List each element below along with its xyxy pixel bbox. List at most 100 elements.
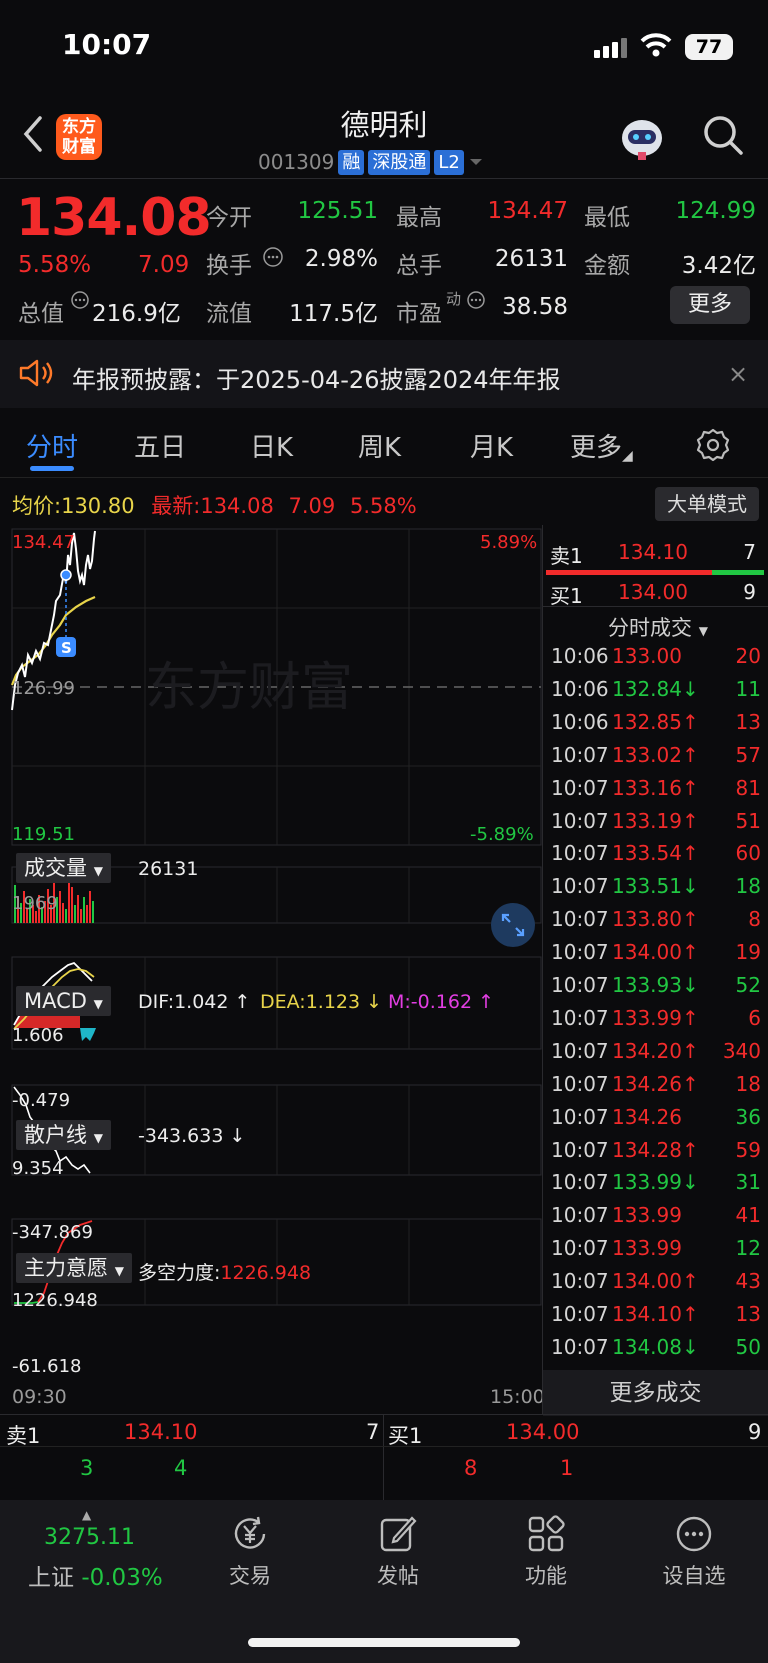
robot-assistant-icon[interactable] [618,114,666,162]
tick-volume: 41 [735,1203,761,1228]
nav-trade[interactable]: 交易 [190,1514,310,1590]
open-value: 125.51 [297,198,378,224]
tick-volume: 81 [735,775,761,800]
tick-time: 10:07 [551,1038,609,1063]
high-value: 134.47 [487,198,568,224]
tick-volume: 50 [735,1334,761,1359]
tick-direction: ↓ [681,1170,699,1195]
chart-info-row: 均价:130.80 最新:134.08 7.09 5.58% [12,494,417,518]
bottom-sell-price: 134.10 [124,1420,198,1444]
expand-icon[interactable] [490,902,536,948]
more-ticks-button[interactable]: 更多成交 [543,1370,768,1416]
main-force-indicator-selector[interactable]: 主力意愿 ▼ [16,1253,132,1283]
tab-weekly-k[interactable]: 周K [358,427,401,464]
bottom-buy-count-b: 1 [560,1456,574,1480]
tick-row: 10:07 134.26↑ 18 [551,1072,761,1105]
volume-indicator-value: 26131 [138,858,199,880]
more-dots-icon [676,1516,712,1552]
more-quote-button[interactable]: 更多 [670,286,750,324]
main-force-value: 多空力度:1226.948 [138,1262,312,1284]
index-name[interactable]: 上证 -0.03% [28,1558,163,1592]
tab-more[interactable]: 更多◢ [570,427,633,464]
battery-indicator: 77 [685,34,733,60]
tick-row: 10:07 133.99↓ 31 [551,1170,761,1203]
market-cap-value: 216.9亿 [92,301,181,327]
pe-value: 38.58 [502,294,568,320]
tab-monthly-k[interactable]: 月K [470,427,513,464]
macd-dif: DIF:1.042 ↑ [138,991,251,1013]
latest-change: 7.09 [288,494,336,518]
connect-tag: 深股通 [368,149,431,175]
tick-row: 10:07 133.51↓ 18 [551,874,761,907]
tick-price: 134.10↑ [612,1302,699,1326]
chevron-down-icon [469,159,482,165]
volume-label: 总手 [396,253,442,279]
tick-row: 10:07 134.08↓ 50 [551,1335,761,1368]
macd-dea: DEA:1.123 ↓ [260,991,383,1013]
nav-functions[interactable]: 功能 [486,1514,606,1590]
search-icon[interactable] [702,114,744,156]
tick-volume: 6 [748,1005,761,1030]
tick-direction: ↑ [681,709,699,734]
macd-m: M:-0.162 ↑ [388,991,495,1013]
margin-tag: 融 [338,149,365,175]
tick-row: 10:07 133.99 41 [551,1203,761,1236]
latest-pct: 5.58% [349,494,417,518]
macd-axis-min: -0.479 [12,1090,71,1111]
tick-volume: 20 [735,644,761,668]
tick-price: 134.26 [612,1104,682,1129]
macd-indicator-selector[interactable]: MACD ▼ [16,986,111,1016]
tick-direction: ↑ [681,775,699,800]
tab-daily-k[interactable]: 日K [250,427,293,464]
tab-five-day[interactable]: 五日 [134,427,186,464]
tick-volume: 11 [735,676,761,701]
gear-icon[interactable] [696,428,730,462]
close-icon[interactable]: × [728,360,748,388]
retail-indicator-selector[interactable]: 散户线 ▼ [16,1120,111,1150]
tab-intraday[interactable]: 分时 [26,427,78,464]
tick-volume: 43 [735,1269,761,1294]
tick-time: 10:06 [551,644,609,668]
notice-text[interactable]: 年报预披露：于2025-04-26披露2024年年报 [72,360,561,395]
ticks-title[interactable]: 分时成交 ▼ [608,612,708,642]
info-icon[interactable] [262,246,284,268]
big-order-mode-button[interactable]: 大单模式 [655,487,759,521]
tick-row: 10:07 134.00↑ 43 [551,1269,761,1302]
index-value[interactable]: 3275.11 [44,1525,135,1550]
tick-price: 133.02↑ [612,742,699,767]
tick-row: 10:07 133.99 12 [551,1236,761,1269]
nav-add-watchlist[interactable]: 设自选 [634,1514,754,1590]
tick-direction: ↓ [681,874,699,899]
low-label: 最低 [584,205,630,231]
side-sell-1[interactable]: 卖1 134.10 7 [550,540,762,569]
latest-price: 134.08 [200,494,274,518]
tick-row: 10:06 133.00 20 [551,644,761,677]
tick-time: 10:07 [551,1203,609,1228]
tick-price: 134.00↑ [612,940,699,965]
main-force-axis-max: 1226.948 [12,1290,98,1311]
time-axis-end: 15:00 [490,1386,545,1408]
retail-axis-max: 9.354 [12,1158,64,1179]
tick-direction: ↑ [681,1137,699,1162]
tick-time: 10:07 [551,1269,609,1294]
tick-volume: 57 [735,742,761,767]
tick-time: 10:07 [551,1137,609,1162]
tick-row: 10:06 132.84↓ 11 [551,677,761,710]
nav-post[interactable]: 发帖 [338,1514,458,1590]
triangle-icon: ▼ [93,1131,103,1145]
info-icon[interactable] [70,290,90,310]
side-buy-1[interactable]: 买1 134.00 9 [550,580,762,609]
retail-axis-min: -347.869 [12,1222,93,1243]
info-icon[interactable] [466,290,486,310]
volume-indicator-selector[interactable]: 成交量 ▼ [16,853,111,883]
tick-price: 133.00 [612,644,682,668]
tick-time: 10:07 [551,1005,609,1030]
tick-volume: 59 [735,1137,761,1162]
tick-volume: 51 [735,808,761,833]
tick-direction: ↑ [681,1071,699,1096]
tick-time: 10:07 [551,742,609,767]
stock-subtitle[interactable]: 001309 融 深股通 L2 [258,148,484,176]
tick-price: 133.93↓ [612,973,699,997]
tick-direction: ↑ [681,1005,699,1030]
tick-time: 10:07 [551,1236,609,1261]
